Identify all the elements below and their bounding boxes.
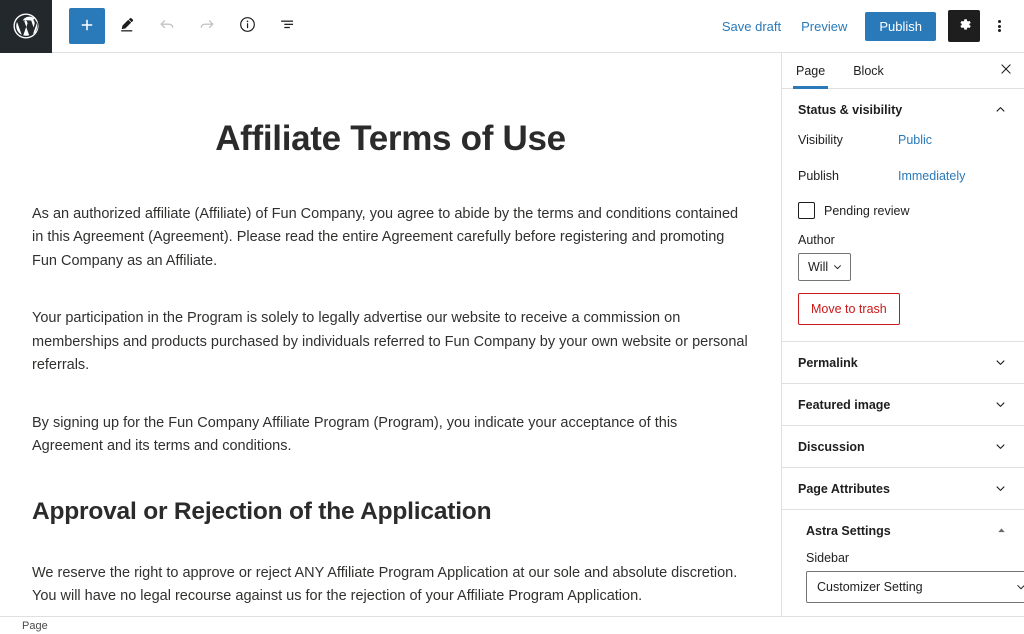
close-sidebar-button[interactable] xyxy=(988,53,1024,88)
info-circle-icon xyxy=(238,15,257,37)
paragraph-block[interactable]: By signing up for the Fun Company Affili… xyxy=(32,412,749,459)
page-title[interactable]: Affiliate Terms of Use xyxy=(32,118,749,160)
publish-button[interactable]: Publish xyxy=(865,12,936,41)
wordpress-block-editor: Save draft Preview Publish Affiliate Te xyxy=(0,0,1024,634)
paragraph-block[interactable]: We reserve the right to approve or rejec… xyxy=(32,562,749,609)
panel-page-attributes-header[interactable]: Page Attributes xyxy=(782,468,1024,509)
post-content: Affiliate Terms of Use As an authorized … xyxy=(0,118,781,616)
pending-review-label: Pending review xyxy=(824,204,909,218)
tab-block[interactable]: Block xyxy=(839,53,898,88)
visibility-label: Visibility xyxy=(798,133,898,147)
panel-title: Permalink xyxy=(798,356,858,370)
panel-status-visibility-header[interactable]: Status & visibility xyxy=(782,89,1024,130)
author-select[interactable]: Will xyxy=(798,253,851,281)
panel-astra-settings-header[interactable]: Astra Settings xyxy=(782,510,1024,551)
editor-canvas[interactable]: Affiliate Terms of Use As an authorized … xyxy=(0,53,781,616)
panel-featured-image-header[interactable]: Featured image xyxy=(782,384,1024,425)
panel-discussion-header[interactable]: Discussion xyxy=(782,426,1024,467)
undo-arrow-icon xyxy=(157,15,177,38)
gear-icon xyxy=(956,16,973,36)
add-block-icon xyxy=(78,16,96,37)
more-options-button[interactable] xyxy=(982,8,1016,44)
chevron-down-icon xyxy=(993,439,1008,454)
panel-title: Astra Settings xyxy=(806,524,891,538)
publish-date-row: Publish Immediately xyxy=(798,166,1008,186)
pending-review-row: Pending review xyxy=(798,202,1008,219)
breadcrumb[interactable]: Page xyxy=(22,620,48,632)
list-view-button[interactable] xyxy=(269,8,305,44)
pencil-edit-icon xyxy=(118,15,137,37)
paragraph-block[interactable]: Your participation in the Program is sol… xyxy=(32,307,749,377)
panel-discussion: Discussion xyxy=(782,426,1024,468)
panel-permalink: Permalink xyxy=(782,342,1024,384)
list-view-icon xyxy=(278,15,297,37)
astra-sidebar-select-value: Customizer Setting xyxy=(817,580,923,594)
add-block-button[interactable] xyxy=(69,8,105,44)
author-label: Author xyxy=(798,233,1008,247)
panel-astra-settings-body: Sidebar Customizer Setting xyxy=(782,551,1024,616)
visibility-value-button[interactable]: Public xyxy=(898,133,932,147)
editor-footer: Page xyxy=(0,616,1024,634)
publish-label: Publish xyxy=(798,169,898,183)
panel-title: Page Attributes xyxy=(798,482,890,496)
chevron-up-icon xyxy=(993,102,1008,117)
chevron-down-icon xyxy=(993,397,1008,412)
details-info-button[interactable] xyxy=(229,8,265,44)
chevron-down-icon xyxy=(831,261,844,274)
astra-sidebar-label: Sidebar xyxy=(806,551,1008,565)
sidebar-tabs: Page Block xyxy=(782,53,1024,89)
settings-sidebar: Page Block Status & visibility xyxy=(781,53,1024,616)
redo-arrow-icon xyxy=(197,15,217,38)
panel-permalink-header[interactable]: Permalink xyxy=(782,342,1024,383)
astra-sidebar-select[interactable]: Customizer Setting xyxy=(806,571,1024,603)
chevron-up-icon xyxy=(995,524,1008,537)
pending-review-checkbox[interactable] xyxy=(798,202,815,219)
panel-status-visibility-body: Visibility Public Publish Immediately Pe… xyxy=(782,130,1024,341)
heading-block[interactable]: Approval or Rejection of the Application xyxy=(32,497,749,528)
panel-title: Status & visibility xyxy=(798,103,902,117)
more-vertical-icon xyxy=(998,18,1001,33)
wordpress-logo-icon xyxy=(11,11,41,41)
settings-toggle-button[interactable] xyxy=(948,10,980,42)
edit-tool-button[interactable] xyxy=(109,8,145,44)
close-icon xyxy=(999,62,1013,79)
panel-astra-settings: Astra Settings Sidebar Customizer Settin… xyxy=(782,510,1024,616)
chevron-down-icon xyxy=(993,481,1008,496)
panel-status-visibility: Status & visibility Visibility Public Pu… xyxy=(782,89,1024,342)
chevron-down-icon xyxy=(993,355,1008,370)
editor-toolbar: Save draft Preview Publish xyxy=(0,0,1024,53)
toolbar-left-group xyxy=(52,8,305,44)
author-select-value: Will xyxy=(808,260,828,274)
panel-featured-image: Featured image xyxy=(782,384,1024,426)
paragraph-block[interactable]: As an authorized affiliate (Affiliate) o… xyxy=(32,203,749,273)
panel-title: Featured image xyxy=(798,398,890,412)
panel-title: Discussion xyxy=(798,440,865,454)
wordpress-logo-button[interactable] xyxy=(0,0,52,53)
preview-button[interactable]: Preview xyxy=(791,13,857,40)
undo-button[interactable] xyxy=(149,8,185,44)
toolbar-right-group: Save draft Preview Publish xyxy=(712,8,1024,44)
redo-button[interactable] xyxy=(189,8,225,44)
save-draft-button[interactable]: Save draft xyxy=(712,13,791,40)
publish-date-button[interactable]: Immediately xyxy=(898,169,965,183)
tab-page[interactable]: Page xyxy=(782,53,839,88)
panel-page-attributes: Page Attributes xyxy=(782,468,1024,510)
visibility-row: Visibility Public xyxy=(798,130,1008,150)
move-to-trash-button[interactable]: Move to trash xyxy=(798,293,900,325)
chevron-down-icon xyxy=(1014,580,1024,594)
